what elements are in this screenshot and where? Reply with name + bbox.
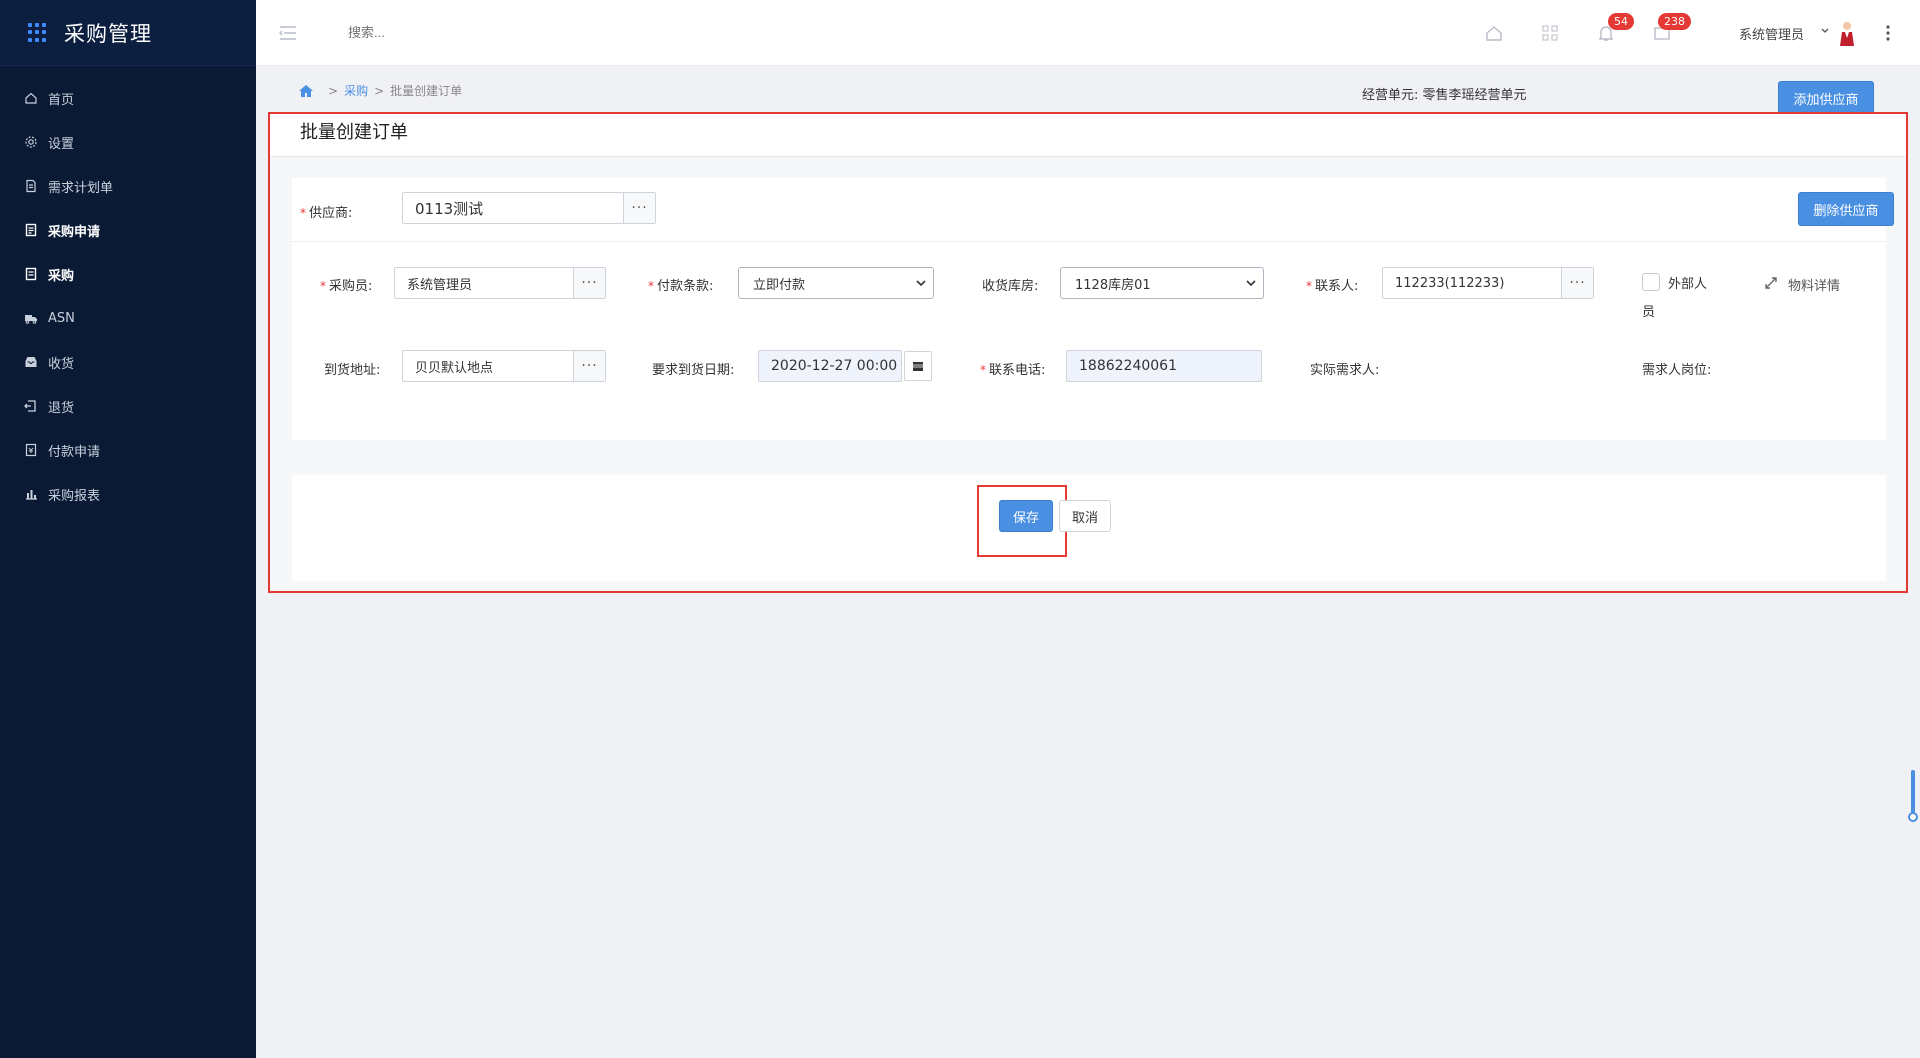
chevron-down-icon — [1239, 277, 1263, 289]
avatar[interactable] — [1836, 20, 1858, 46]
menu-toggle-icon[interactable] — [278, 23, 298, 43]
topbar: 54 238 系统管理员 — [256, 0, 1920, 66]
return-icon — [24, 399, 38, 413]
sidebar-item-label: 首页 — [48, 92, 75, 108]
batch-order-panel: 批量创建订单 * 供应商: 0113测试 ··· 删除供应商 * 采购员: 系统管理… — [268, 112, 1908, 593]
chevron-down-icon[interactable] — [1820, 26, 1830, 36]
bar-chart-icon — [24, 487, 38, 501]
truck-icon — [24, 311, 38, 325]
payment-terms-select[interactable]: 立即付款 — [738, 267, 934, 299]
panel-body: * 供应商: 0113测试 ··· 删除供应商 * 采购员: 系统管理员 ··· *… — [270, 157, 1906, 591]
inbox-icon — [24, 355, 38, 369]
external-person-label: 外部人 — [1668, 277, 1708, 292]
sidebar-item-label: ASN — [48, 310, 75, 326]
sidebar-item-5[interactable]: ASN — [0, 296, 256, 340]
sidebar-menu: 首页设置需求计划单采购申请采购 ASN 收货退货付款申请采购报表 — [0, 76, 256, 516]
save-button[interactable]: 保存 — [999, 500, 1053, 532]
actions-card: 保存 取消 — [292, 475, 1886, 581]
supplier-label: * 供应商: — [300, 206, 353, 221]
external-person-label-wrap: 员 — [1642, 305, 1656, 320]
sidebar-item-6[interactable]: 收货 — [0, 340, 256, 384]
payment-icon — [24, 443, 38, 457]
sidebar-item-8[interactable]: 付款申请 — [0, 428, 256, 472]
sidebar-item-label: 退货 — [48, 400, 75, 416]
address-field[interactable]: 贝贝默认地点 ··· — [402, 350, 606, 382]
search-input[interactable] — [348, 25, 548, 40]
sidebar-item-0[interactable]: 首页 — [0, 76, 256, 120]
arrival-date-label: 要求到货日期: — [652, 363, 735, 378]
contact-field[interactable]: 112233(112233) ··· — [1382, 267, 1594, 299]
clipboard-icon — [24, 267, 38, 281]
apps-grid-icon[interactable] — [28, 22, 48, 43]
warehouse-label: 收货库房: — [982, 279, 1039, 294]
breadcrumb-purchase[interactable]: 采购 — [344, 82, 368, 99]
home-icon[interactable] — [1484, 23, 1504, 43]
buyer-picker-button[interactable]: ··· — [573, 268, 605, 298]
page-title: 批量创建订单 — [300, 122, 408, 143]
breadcrumb: > 采购 > 批量创建订单 — [298, 82, 462, 99]
warehouse-select[interactable]: 1128库房01 — [1060, 267, 1264, 299]
contact-label: * 联系人: — [1306, 279, 1359, 294]
supplier-field[interactable]: 0113测试 ··· — [402, 192, 656, 224]
business-unit-label: 经营单元: — [1362, 88, 1419, 103]
business-unit: 经营单元: 零售李瑶经营单元 — [1362, 84, 1527, 103]
sidebar-item-label: 设置 — [48, 136, 75, 152]
requester-label: 实际需求人: — [1310, 363, 1380, 378]
sidebar-item-7[interactable]: 退货 — [0, 384, 256, 428]
sidebar: 采购管理 首页设置需求计划单采购申请采购 ASN 收货退货付款申请采购报表 — [0, 0, 256, 1058]
sidebar-item-9[interactable]: 采购报表 — [0, 472, 256, 516]
chevron-down-icon — [909, 277, 933, 289]
payment-terms-label: * 付款条款: — [648, 279, 714, 294]
notification-badge: 54 — [1608, 13, 1634, 30]
phone-field[interactable]: 18862240061 — [1066, 350, 1262, 382]
sidebar-item-label: 采购申请 — [48, 224, 101, 240]
divider — [292, 241, 1886, 242]
sidebar-item-label: 需求计划单 — [48, 180, 114, 196]
address-picker-button[interactable]: ··· — [573, 351, 605, 381]
breadcrumb-current: 批量创建订单 — [390, 84, 463, 98]
brand: 采购管理 — [0, 0, 256, 66]
supplier-picker-button[interactable]: ··· — [623, 193, 655, 223]
gear-icon — [24, 135, 38, 149]
contact-picker-button[interactable]: ··· — [1561, 268, 1593, 298]
external-person-checkbox[interactable] — [1642, 273, 1660, 291]
delete-supplier-button[interactable]: 删除供应商 — [1798, 192, 1894, 226]
sidebar-item-label: 付款申请 — [48, 444, 101, 460]
material-detail-link[interactable]: 物料详情 — [1788, 275, 1840, 294]
calendar-icon — [913, 362, 923, 371]
sidebar-item-3[interactable]: 采购申请 — [0, 208, 256, 252]
requester-position-label: 需求人岗位: — [1642, 363, 1712, 378]
expand-icon[interactable] — [1764, 276, 1778, 290]
scrollbar-handle[interactable] — [1908, 812, 1918, 822]
address-label: 到货地址: — [324, 363, 381, 378]
calendar-button[interactable] — [904, 351, 932, 381]
sidebar-item-2[interactable]: 需求计划单 — [0, 164, 256, 208]
app-title: 采购管理 — [64, 21, 152, 46]
business-unit-value: 零售李瑶经营单元 — [1422, 88, 1527, 103]
user-name[interactable]: 系统管理员 — [1739, 24, 1804, 43]
more-vertical-icon[interactable] — [1886, 24, 1890, 42]
home-icon — [24, 91, 38, 105]
sidebar-item-label: 采购报表 — [48, 488, 101, 504]
document-icon — [24, 179, 38, 193]
phone-label: * 联系电话: — [980, 363, 1046, 378]
buyer-label: * 采购员: — [320, 279, 373, 294]
add-supplier-button[interactable]: 添加供应商 — [1778, 81, 1874, 115]
cancel-button[interactable]: 取消 — [1059, 500, 1111, 532]
home-icon[interactable] — [298, 84, 314, 98]
buyer-field[interactable]: 系统管理员 ··· — [394, 267, 606, 299]
list-icon — [24, 223, 38, 237]
sidebar-item-1[interactable]: 设置 — [0, 120, 256, 164]
grid-icon[interactable] — [1540, 23, 1560, 43]
supplier-card: * 供应商: 0113测试 ··· 删除供应商 * 采购员: 系统管理员 ··· *… — [292, 178, 1894, 440]
arrival-date-field[interactable]: 2020-12-27 00:00 — [758, 350, 902, 382]
sidebar-item-label: 收货 — [48, 356, 75, 372]
sidebar-item-4[interactable]: 采购 — [0, 252, 256, 296]
sidebar-item-label: 采购 — [48, 268, 75, 284]
message-badge: 238 — [1658, 13, 1691, 30]
